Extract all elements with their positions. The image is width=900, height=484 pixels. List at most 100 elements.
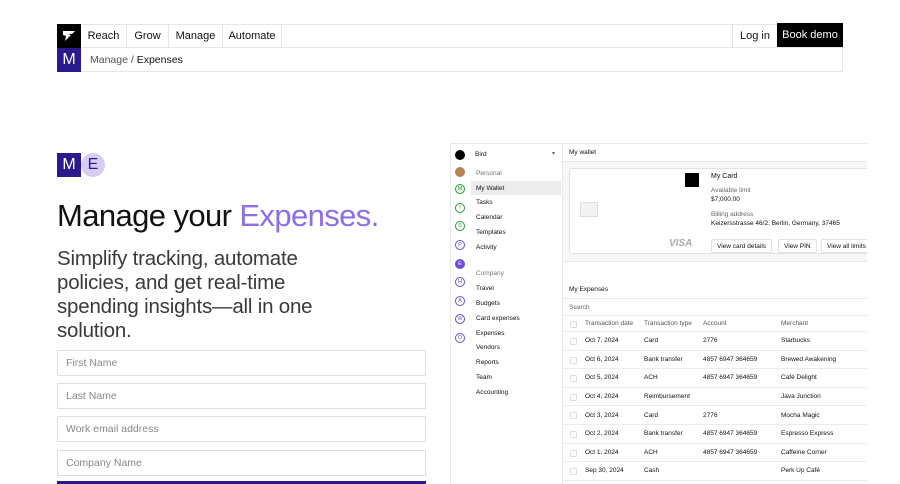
- last-name-field[interactable]: Last Name: [57, 383, 426, 409]
- sidebar-item-reports[interactable]: Reports: [476, 356, 499, 369]
- d-app-icon[interactable]: D: [455, 333, 465, 343]
- table-row[interactable]: Oct 3, 2024 Card 2776 Mocha Magic: [563, 406, 867, 425]
- cell-type: Cash: [644, 467, 660, 475]
- a-app-icon[interactable]: A: [455, 296, 465, 306]
- sidebar-item-travel[interactable]: Travel: [476, 282, 494, 295]
- sidebar-item-card-expenses[interactable]: Card expenses: [476, 312, 520, 325]
- cell-account: 4857 6947 364659: [703, 448, 758, 456]
- cell-date: Oct 5, 2024: [585, 374, 619, 382]
- manage-badge: M: [57, 153, 81, 177]
- sidebar-item-vendors[interactable]: Vendors: [476, 341, 500, 354]
- table-row[interactable]: Oct 1, 2024 ACH 4857 6947 364659 Caffeine C…: [563, 444, 867, 463]
- page-subtitle: Simplify tracking, automate policies, an…: [57, 247, 313, 342]
- nav-link-manage[interactable]: Manage: [169, 24, 223, 47]
- row-checkbox[interactable]: [570, 412, 577, 420]
- expenses-search-input[interactable]: Search: [563, 299, 867, 316]
- table-body: Oct 7, 2024 Card 2776 Starbucks Oct 6, 2024 B…: [563, 332, 867, 481]
- brand-logo[interactable]: [57, 24, 81, 48]
- row-checkbox[interactable]: [570, 393, 577, 401]
- i-app-icon[interactable]: I: [455, 203, 465, 213]
- sidebar-item-calendar[interactable]: Calendar: [476, 211, 502, 224]
- sidebar-item-budgets[interactable]: Budgets: [476, 297, 500, 310]
- user-avatar-icon[interactable]: [455, 167, 465, 177]
- cell-type: Card: [644, 337, 659, 345]
- billing-label: Billing address: [711, 211, 754, 218]
- cell-date: Oct 6, 2024: [585, 355, 619, 363]
- card-panel: VISA My Card Available limit $7,000.00 B…: [569, 168, 867, 254]
- nav-link-automate[interactable]: Automate: [223, 24, 282, 47]
- view-card-details-button[interactable]: View card details: [711, 239, 773, 253]
- view-all-limits-button[interactable]: View all limits: [821, 239, 867, 253]
- title-text: Manage your: [57, 198, 240, 233]
- login-link[interactable]: Log in: [732, 24, 777, 47]
- workspace-logo-icon: [455, 149, 465, 160]
- visa-logo: VISA: [669, 238, 693, 249]
- nav-link-reach[interactable]: Reach: [81, 24, 127, 47]
- cell-merchant: Brewed Awakening: [781, 355, 837, 363]
- sidebar-item-team[interactable]: Team: [476, 371, 492, 384]
- sidebar-item-tasks[interactable]: Tasks: [476, 196, 493, 209]
- table-row[interactable]: Oct 6, 2024 Bank transfer 4857 6947 364659…: [563, 351, 867, 370]
- row-checkbox[interactable]: [570, 375, 577, 383]
- column-header-merchant[interactable]: Merchant: [781, 316, 808, 331]
- chevron-down-icon: ▾: [551, 151, 555, 157]
- row-checkbox[interactable]: [570, 356, 577, 364]
- expenses-title: My Expenses: [563, 281, 867, 299]
- cell-type: ACH: [644, 448, 658, 456]
- limit-value: $7,000.00: [711, 196, 740, 203]
- book-demo-button[interactable]: Book demo: [777, 23, 843, 47]
- row-checkbox[interactable]: [570, 449, 577, 457]
- company-name-field[interactable]: Company Name: [57, 450, 426, 476]
- sidebar-item-my-wallet[interactable]: My Wallet: [476, 182, 504, 195]
- p-app-icon[interactable]: P: [455, 240, 465, 250]
- app-main: My wallet VISA My Card Available limit $…: [563, 144, 867, 484]
- column-header-account[interactable]: Account: [703, 316, 727, 331]
- email-field[interactable]: Work email address: [57, 416, 426, 442]
- column-header-date[interactable]: Transaction date: [585, 316, 633, 331]
- cell-account: 4857 6947 364659: [703, 374, 758, 382]
- breadcrumb: Manage / Expenses: [90, 54, 183, 66]
- workspace-switcher[interactable]: Bird ▾: [455, 148, 559, 161]
- first-name-field[interactable]: First Name: [57, 350, 426, 376]
- column-header-type[interactable]: Transaction type: [644, 316, 692, 331]
- view-pin-button[interactable]: View PIN: [778, 239, 817, 253]
- breadcrumb-current: Expenses: [136, 54, 183, 66]
- row-checkbox[interactable]: [570, 338, 577, 345]
- m-app-icon[interactable]: M: [455, 184, 465, 194]
- limit-label: Available limit: [711, 187, 751, 194]
- e-app-icon[interactable]: E: [455, 259, 465, 269]
- billing-value: Keizersstrasse 46/2, Berlin, Germany, 37…: [711, 220, 840, 227]
- cell-type: Reimbursement: [644, 393, 690, 401]
- cell-account: 4857 6947 364659: [703, 430, 758, 438]
- cell-account: 4857 6947 364659: [703, 355, 758, 363]
- s-app-icon[interactable]: S: [455, 221, 465, 231]
- sidebar-item-accounting[interactable]: Accounting: [476, 386, 508, 399]
- w-app-icon[interactable]: W: [455, 314, 465, 324]
- cell-merchant: Mocha Magic: [781, 411, 820, 419]
- select-all-checkbox[interactable]: [570, 321, 577, 328]
- row-checkbox[interactable]: [570, 468, 577, 476]
- card-image-icon: [580, 202, 598, 217]
- table-row[interactable]: Oct 5, 2024 ACH 4857 6947 364659 Café Delig…: [563, 369, 867, 388]
- table-row[interactable]: Sep 30, 2024 Cash Perk Up Café: [563, 462, 867, 481]
- card-title: My Card: [711, 173, 738, 180]
- nav-link-grow[interactable]: Grow: [127, 24, 169, 47]
- cell-date: Oct 7, 2024: [585, 337, 619, 345]
- h-app-icon[interactable]: H: [455, 277, 465, 287]
- cell-type: ACH: [644, 374, 658, 382]
- table-row[interactable]: Oct 7, 2024 Card 2776 Starbucks: [563, 332, 867, 351]
- cell-date: Oct 1, 2024: [585, 448, 619, 456]
- wallet-title: My wallet: [563, 144, 867, 162]
- table-row[interactable]: Oct 4, 2024 Reimbursement Java Junction: [563, 388, 867, 407]
- table-row[interactable]: Oct 2, 2024 Bank transfer 4857 6947 364659…: [563, 425, 867, 444]
- row-checkbox[interactable]: [570, 430, 577, 438]
- breadcrumb-parent[interactable]: Manage: [90, 54, 128, 66]
- sidebar-item-activity[interactable]: Activity: [476, 241, 497, 254]
- sidebar-item-templates[interactable]: Templates: [476, 226, 506, 239]
- cell-date: Sep 30, 2024: [585, 467, 624, 475]
- cell-date: Oct 2, 2024: [585, 430, 619, 438]
- cell-merchant: Café Delight: [781, 374, 817, 382]
- sidebar-section-company: Company: [476, 270, 504, 277]
- sidebar-item-expenses[interactable]: Expenses: [476, 327, 505, 340]
- cell-account: 2776: [703, 411, 718, 419]
